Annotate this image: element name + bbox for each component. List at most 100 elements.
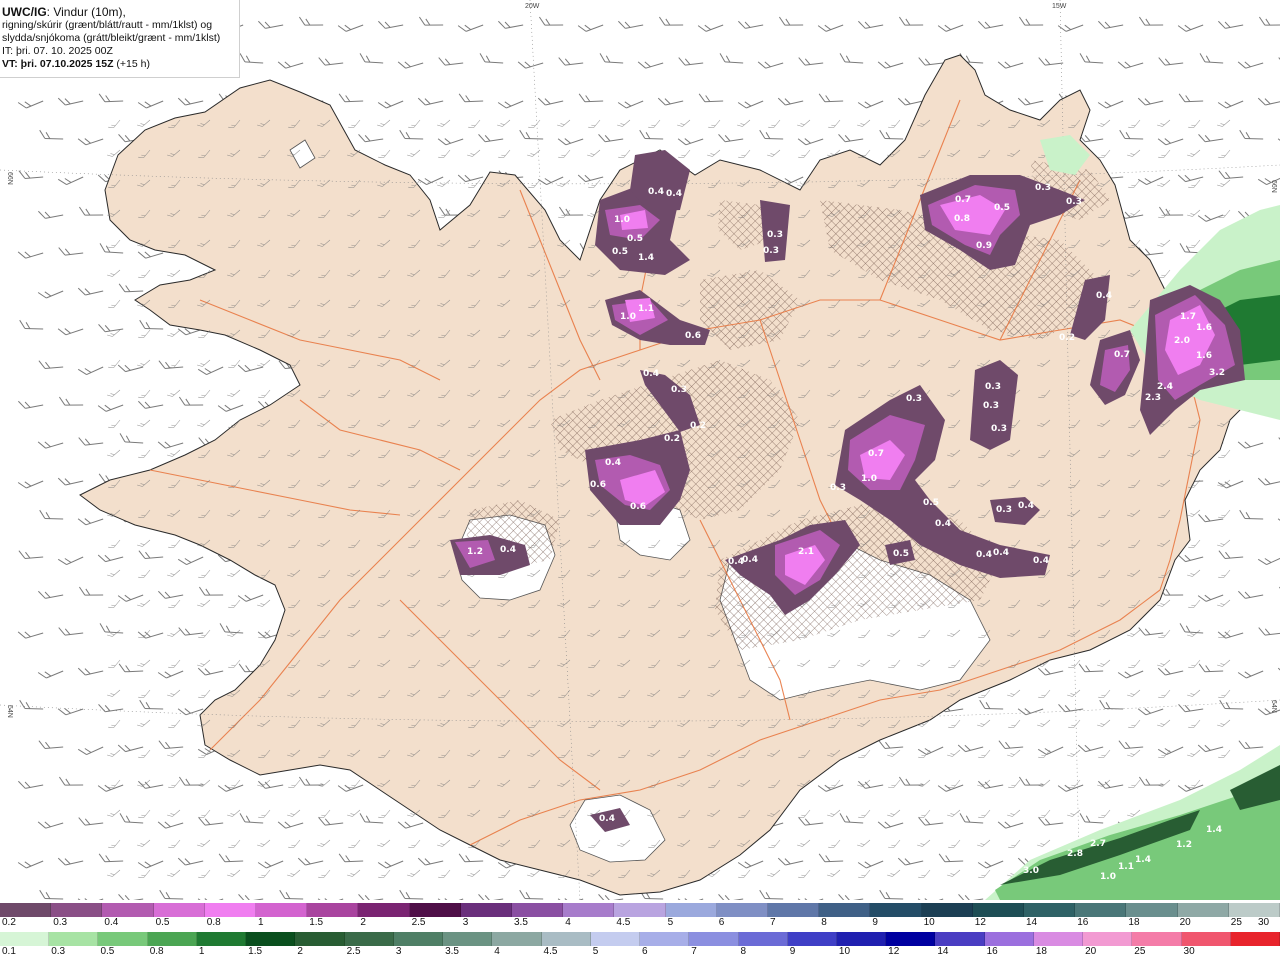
snow-value-label: 0.4 <box>666 189 682 199</box>
lat-label-66n-left: 66N <box>6 172 13 185</box>
legend-swatch <box>819 903 871 917</box>
snow-value-label: 2.3 <box>1145 393 1161 403</box>
rain-legend-colorbar <box>0 932 1280 946</box>
legend-tick-label: 30 <box>1183 946 1195 957</box>
lat-label-64n-left: 64N <box>6 705 13 718</box>
legend-tick-label: 8 <box>821 917 827 928</box>
legend-swatch <box>1132 932 1182 946</box>
legend-swatch <box>1181 932 1231 946</box>
legend-tick-label: 9 <box>872 917 878 928</box>
snow-value-label: 0.5 <box>994 203 1010 213</box>
snow-legend: 0.2 0.3 0.4 0.5 0.8 1 1.5 2 2.5 3 3.5 4 4.5 5 6 7 8 9 10 12… <box>0 903 1280 929</box>
legend-swatch <box>295 932 345 946</box>
legend-swatch <box>886 932 936 946</box>
legend-tick-label: 7 <box>691 946 697 957</box>
snow-value-label: 0.3 <box>767 230 783 240</box>
legend-swatch <box>541 932 591 946</box>
snow-value-label: 2.0 <box>1174 336 1190 346</box>
legend-tick-label: 2.5 <box>411 917 426 928</box>
legend-swatch <box>147 932 197 946</box>
product-name: UWC/IG <box>2 5 47 19</box>
lat-label-66n-right: 66N <box>1270 180 1277 193</box>
snow-value-label: 1.1 <box>638 304 654 314</box>
title-line2: rigning/skúrir (grænt/blátt/rautt - mm/1… <box>2 19 213 31</box>
legend-swatch <box>590 932 641 946</box>
snow-value-label: 0.5 <box>893 549 909 559</box>
legend-swatch <box>836 932 887 946</box>
legend-swatch <box>98 932 148 946</box>
legend-swatch <box>1033 932 1084 946</box>
snow-value-label: 0.3 <box>830 483 846 493</box>
legend-swatch <box>460 903 513 917</box>
legend-swatch <box>665 903 717 917</box>
snow-value-label: 0.3 <box>983 401 999 411</box>
snow-value-label: 0.3 <box>985 382 1001 392</box>
rain-value-label: 1.2 <box>1176 840 1192 850</box>
snow-value-label: 1.0 <box>620 312 636 322</box>
forecast-map: 20W 15W 66N 66N 64N 64N 0.4 0.41.00.50.5… <box>0 0 1280 900</box>
snow-value-label: 0.6 <box>590 480 606 490</box>
legend-swatch <box>1126 903 1178 917</box>
legend-swatch <box>1230 932 1280 946</box>
legend-swatch <box>689 932 739 946</box>
legend-tick-label: 8 <box>740 946 747 957</box>
rain-value-label: 2.8 <box>1067 849 1083 859</box>
snow-value-label: 0.6 <box>630 502 646 512</box>
legend-swatch <box>49 932 99 946</box>
legend-swatch <box>51 903 103 917</box>
legend-tick-label: 4.5 <box>616 917 631 928</box>
snow-value-label: 0.4 <box>605 458 621 468</box>
legend-tick-label: 3.5 <box>445 946 459 957</box>
legend-swatch <box>716 903 769 917</box>
legend-tick-label: 9 <box>789 946 796 957</box>
legend-swatch <box>256 903 308 917</box>
snow-legend-colorbar <box>0 903 1280 917</box>
legend-swatch <box>492 932 542 946</box>
title-line3: slydda/snjókoma (grátt/bleikt/grænt - mm… <box>2 32 221 44</box>
map-title-box: UWC/IG: Vindur (10m), rigning/skúrir (gr… <box>0 0 240 78</box>
snow-value-label: 0.2 <box>690 421 706 431</box>
legend-tick-label: 4 <box>565 917 571 928</box>
legend-swatch <box>1083 932 1133 946</box>
snow-legend-ticks: 0.2 0.3 0.4 0.5 0.8 1 1.5 2 2.5 3 3.5 4 4.5 5 6 7 8 9 10 12… <box>0 917 1280 929</box>
snow-value-label: 0.3 <box>763 246 779 256</box>
snow-value-label: 1.0 <box>861 474 877 484</box>
snow-value-label: 2.4 <box>1157 382 1173 392</box>
snow-value-label: 0.4 <box>1096 291 1112 301</box>
legend-swatch <box>935 932 985 946</box>
legend-tick-label: 1 <box>198 946 205 957</box>
legend-tick-label: 20 <box>1085 946 1097 957</box>
snow-value-label: 0.4 <box>648 187 664 197</box>
snow-value-label: 0.7 <box>1114 350 1130 360</box>
legend-tick-label: 14 <box>937 946 949 957</box>
rain-value-label: 1.4 <box>1135 855 1151 865</box>
snow-value-label: 0.5 <box>612 247 628 257</box>
legend-tick-label: 4.5 <box>543 946 558 957</box>
snow-value-label: 0.5 <box>627 234 643 244</box>
legend-swatch <box>614 903 666 917</box>
legend-swatch <box>640 932 690 946</box>
legend-tick-label: 4 <box>494 946 500 957</box>
legend-swatch <box>972 903 1025 917</box>
legend-swatch <box>1177 903 1229 917</box>
title-line1: : Vindur (10m), <box>46 5 126 19</box>
legend-swatch <box>738 932 788 946</box>
legend-tick-label: 16 <box>1077 917 1089 928</box>
lat-label-64n-right: 64N <box>1270 700 1277 713</box>
snow-value-label: 0.4 <box>500 545 516 555</box>
legend-tick-label: 20 <box>1179 917 1191 928</box>
rain-value-label: 1.1 <box>1118 862 1134 872</box>
legend-tick-label: 18 <box>1128 917 1140 928</box>
legend-tick-label: 10 <box>838 946 851 957</box>
legend-swatch <box>563 903 615 917</box>
rain-value-label: 1.0 <box>1100 872 1116 882</box>
legend-swatch <box>0 932 50 946</box>
legend-tick-label: 0.2 <box>2 917 16 928</box>
legend-swatch <box>358 903 410 917</box>
legend-tick-label: 0.8 <box>149 946 164 957</box>
legend-tick-label: 12 <box>974 917 986 928</box>
legend-tick-label: 12 <box>888 946 900 957</box>
snow-value-label: 0.3 <box>1066 197 1082 207</box>
legend-tick-label: 25 <box>1134 946 1146 957</box>
snow-value-label: 0.3 <box>991 424 1007 434</box>
